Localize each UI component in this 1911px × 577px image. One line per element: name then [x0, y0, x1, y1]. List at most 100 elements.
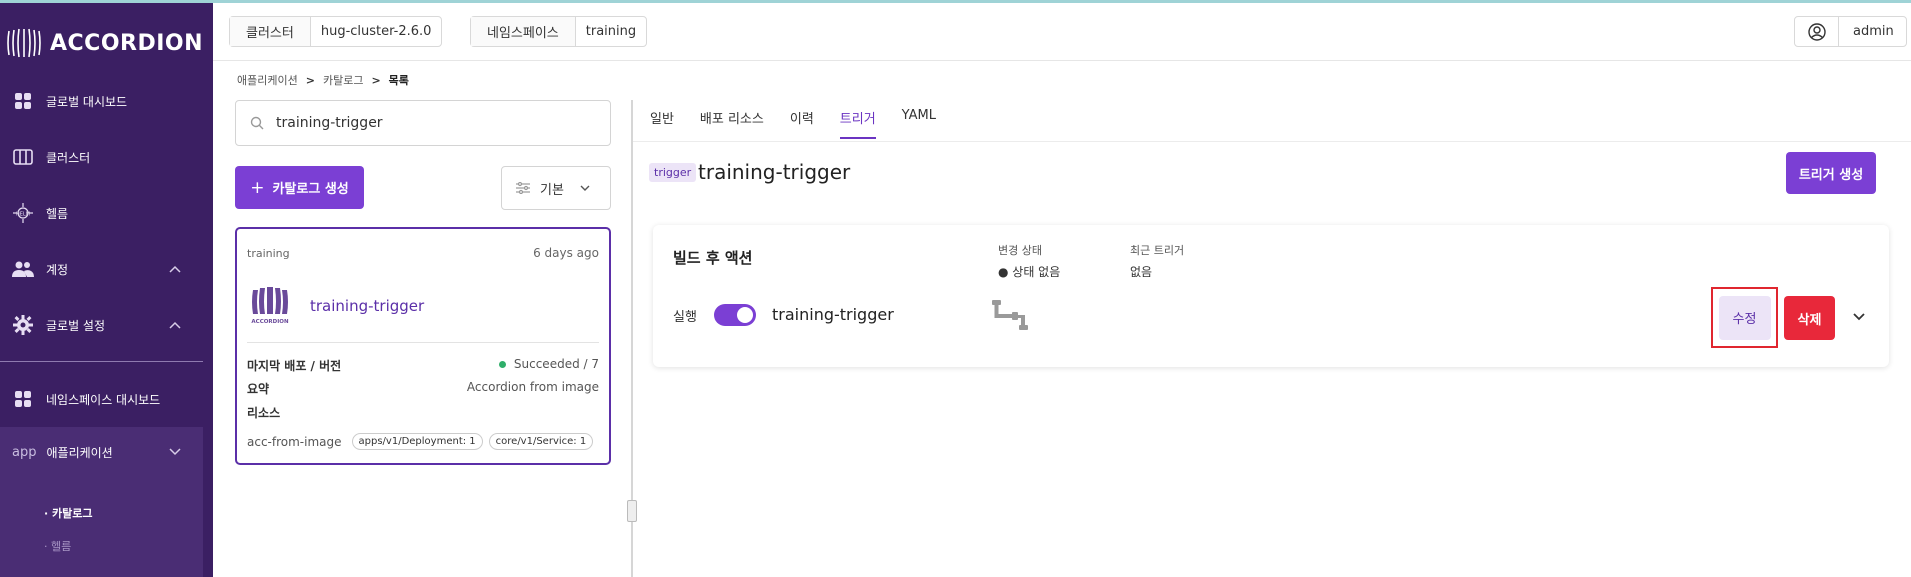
sidebar-item-global-dashboard[interactable]: 글로벌 대시보드 — [0, 81, 203, 121]
sidebar-item-label: 애플리케이션 — [46, 445, 113, 460]
last-deploy-value: Succeeded / 7 — [498, 357, 599, 374]
sidebar-item-global-settings[interactable]: 글로벌 설정 — [0, 305, 203, 345]
cluster-value: hug-cluster-2.6.0 — [320, 24, 432, 39]
card-last-deploy-row: 마지막 배포 / 버전 Succeeded / 7 — [247, 357, 599, 374]
grid-icon — [12, 388, 34, 410]
edit-highlight: 수정 — [1711, 287, 1778, 348]
search-input[interactable] — [276, 115, 596, 131]
tabs-divider — [633, 141, 1911, 142]
page-title: training-trigger — [698, 160, 851, 184]
sidebar-item-application[interactable]: app 애플리케이션 — [0, 427, 203, 477]
sidebar: ACCORDION 글로벌 대시보드 클러스터 HELM 헬름 계정 글로벌 설… — [0, 3, 213, 577]
accordion-logo-icon — [7, 28, 41, 58]
chevron-up-icon — [169, 262, 181, 276]
card-namespace: training — [247, 247, 290, 260]
tab-deploy-resources[interactable]: 배포 리소스 — [700, 108, 764, 139]
resources-label: 리소스 — [247, 406, 281, 420]
run-toggle[interactable] — [714, 304, 756, 326]
namespace-value: training — [585, 24, 637, 39]
tab-trigger[interactable]: 트리거 — [839, 108, 876, 139]
resource-tag: core/v1/Service: 1 — [488, 433, 594, 450]
delete-button[interactable]: 삭제 — [1784, 296, 1835, 340]
sidebar-item-label: 계정 — [46, 262, 69, 277]
submenu-item-helm[interactable]: · 헬름 — [44, 538, 71, 554]
card-age: 6 days ago — [533, 246, 599, 260]
namespace-label: 네임스페이스 — [471, 17, 576, 46]
card-summary-row: 요약 Accordion from image — [247, 380, 599, 397]
recent-trigger-label: 최근 트리거 — [1130, 244, 1185, 257]
tab-history[interactable]: 이력 — [790, 108, 814, 139]
catalog-list-panel: + 카탈로그 생성 기본 training 6 days ago ACCORDI… — [213, 100, 631, 577]
chevron-up-icon — [169, 318, 181, 332]
search-icon — [250, 116, 264, 130]
cluster-selector[interactable]: 클러스터 hug-cluster-2.6.0 — [229, 16, 443, 47]
submenu-item-catalog[interactable]: · 카탈로그 — [44, 505, 93, 521]
breadcrumb: 애플리케이션 > 카탈로그 > 목록 — [237, 72, 409, 88]
trigger-name: training-trigger — [772, 305, 894, 324]
create-trigger-button[interactable]: 트리거 생성 — [1786, 152, 1876, 194]
cluster-label: 클러스터 — [230, 17, 311, 46]
resource-name: acc-from-image — [247, 434, 342, 449]
card-title[interactable]: training-trigger — [310, 297, 424, 315]
chevron-down-icon[interactable] — [1851, 309, 1867, 325]
columns-icon — [12, 146, 34, 168]
resource-tag: apps/v1/Deployment: 1 — [351, 433, 483, 450]
app-prefix-icon: app — [12, 444, 37, 460]
namespace-selector[interactable]: 네임스페이스 training — [470, 16, 648, 47]
catalog-search[interactable] — [235, 100, 611, 146]
top-header: 클러스터 hug-cluster-2.6.0 네임스페이스 training a… — [213, 3, 1911, 61]
summary-label: 요약 — [247, 382, 270, 396]
user-avatar-icon — [1795, 17, 1839, 46]
application-submenu: · 카탈로그 · 헬름 — [0, 477, 203, 577]
breadcrumb-separator: > — [305, 73, 315, 87]
change-status-label: 변경 상태 — [998, 244, 1042, 257]
svg-text:ACCORDION: ACCORDION — [251, 319, 289, 325]
breadcrumb-item[interactable]: 카탈로그 — [323, 72, 363, 88]
tab-general[interactable]: 일반 — [650, 108, 674, 139]
breadcrumb-separator: > — [371, 73, 381, 87]
sidebar-item-cluster[interactable]: 클러스터 — [0, 137, 203, 177]
splitter-handle[interactable] — [627, 500, 637, 522]
success-status-icon — [498, 361, 506, 368]
users-icon — [12, 258, 34, 280]
sidebar-item-label: 클러스터 — [46, 150, 91, 165]
sidebar-divider — [0, 361, 203, 362]
chevron-down-icon — [169, 445, 181, 459]
create-catalog-label: 카탈로그 생성 — [272, 182, 349, 197]
sidebar-item-label: 글로벌 대시보드 — [46, 94, 128, 109]
breadcrumb-item[interactable]: 애플리케이션 — [237, 72, 298, 88]
run-label: 실행 — [673, 310, 697, 325]
plus-icon: + — [250, 177, 265, 198]
edit-button[interactable]: 수정 — [1718, 295, 1771, 340]
card-resources-row: 리소스 — [247, 404, 599, 421]
create-catalog-button[interactable]: + 카탈로그 생성 — [235, 166, 364, 209]
chevron-down-icon — [580, 185, 590, 191]
panel-title: 빌드 후 액션 — [673, 249, 753, 267]
sidebar-item-helm[interactable]: HELM 헬름 — [0, 193, 203, 233]
user-menu[interactable]: admin — [1794, 16, 1907, 47]
change-status-value: ● 상태 없음 — [998, 265, 1061, 279]
gear-icon — [12, 314, 34, 336]
catalog-card[interactable]: training 6 days ago ACCORDION training-t… — [235, 227, 611, 465]
sort-value: 기본 — [540, 182, 564, 198]
pipeline-icon — [992, 300, 1028, 330]
toggle-knob — [737, 307, 753, 323]
brand-name: ACCORDION — [50, 30, 204, 56]
brand-logo[interactable]: ACCORDION — [6, 25, 203, 61]
detail-tabs: 일반 배포 리소스 이력 트리거 YAML — [650, 108, 936, 139]
last-deploy-label: 마지막 배포 / 버전 — [247, 359, 342, 373]
card-divider — [247, 342, 599, 343]
helm-icon: HELM — [12, 202, 34, 224]
grid-icon — [12, 90, 34, 112]
sliders-icon — [516, 182, 530, 194]
recent-trigger-value: 없음 — [1130, 265, 1153, 279]
trigger-panel: 빌드 후 액션 실행 training-trigger 변경 상태 ● 상태 없… — [653, 225, 1889, 367]
sidebar-item-label: 헬름 — [46, 206, 69, 221]
sort-select[interactable]: 기본 — [501, 166, 611, 210]
sidebar-item-namespace-dashboard[interactable]: 네임스페이스 대시보드 — [0, 379, 203, 419]
trigger-badge: trigger — [649, 163, 697, 182]
sidebar-item-label: 글로벌 설정 — [46, 318, 106, 333]
sidebar-item-account[interactable]: 계정 — [0, 249, 203, 289]
accordion-logo-icon: ACCORDION — [251, 287, 289, 325]
tab-yaml[interactable]: YAML — [902, 108, 936, 139]
